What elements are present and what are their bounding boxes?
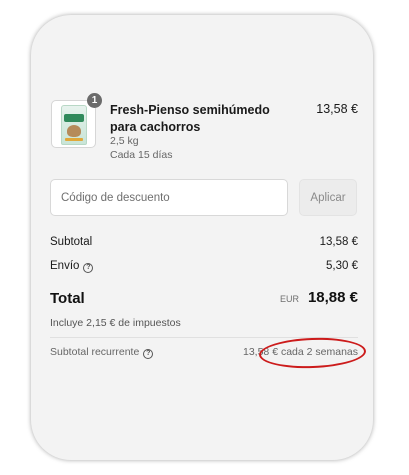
product-thumbnail <box>51 100 96 148</box>
apply-button[interactable]: Aplicar <box>299 179 357 216</box>
shipping-value: 5,30 € <box>326 260 358 272</box>
dog-food-bag-image <box>61 105 87 145</box>
product-weight: 2,5 kg <box>110 135 139 147</box>
product-price: 13,58 € <box>316 102 358 116</box>
total-value: 18,88 € <box>307 289 358 306</box>
subtotal-value: 13,58 € <box>319 236 358 248</box>
taxes-note: Incluye 2,15 € de impuestos <box>50 317 181 329</box>
product-title: Fresh-Pienso semihúmedo para cachorros <box>110 103 270 134</box>
recurring-subtotal-label: Subtotal recurrente <box>50 346 140 358</box>
quantity-badge: 1 <box>87 93 102 108</box>
shipping-label: Envío <box>50 260 80 272</box>
product-frequency: Cada 15 días <box>110 149 173 161</box>
total-label: Total <box>50 290 85 307</box>
info-circle-icon[interactable]: ? <box>143 349 154 359</box>
shipping-row: Envío? <box>50 260 94 273</box>
recurring-subtotal-row: Subtotal recurrente? <box>50 346 154 359</box>
total-currency: EUR <box>279 294 299 304</box>
discount-code-input[interactable] <box>50 179 288 216</box>
info-circle-icon[interactable]: ? <box>83 263 94 273</box>
subtotal-label: Subtotal <box>50 236 93 248</box>
